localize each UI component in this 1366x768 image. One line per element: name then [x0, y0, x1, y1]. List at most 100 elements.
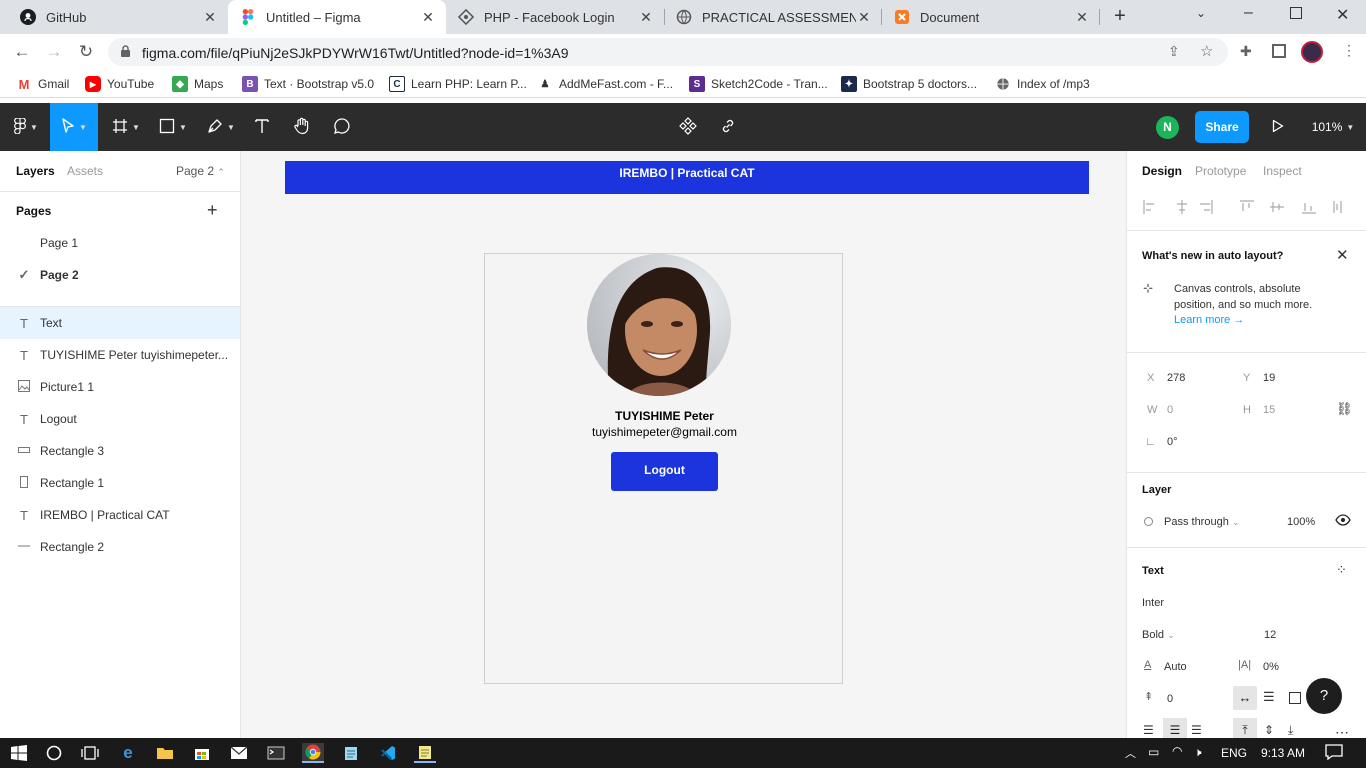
- text-styles-icon[interactable]: ⁘: [1336, 562, 1347, 578]
- logout-button[interactable]: Logout: [611, 452, 718, 491]
- close-icon[interactable]: ✕: [856, 9, 872, 26]
- font-family-select[interactable]: Inter: [1142, 597, 1164, 609]
- pen-tool-button[interactable]: ▼: [200, 103, 242, 151]
- clock[interactable]: 9:13 AM: [1261, 746, 1305, 760]
- align-top-icon[interactable]: ⤒: [1233, 718, 1257, 738]
- paragraph-spacing-input[interactable]: 0: [1167, 693, 1173, 705]
- add-page-icon[interactable]: +: [207, 200, 218, 221]
- bookmark-bootstrap-doctors[interactable]: ✦ Bootstrap 5 doctors...: [841, 76, 977, 92]
- move-tool-button[interactable]: ▼: [50, 103, 98, 151]
- layer-item-picture[interactable]: Picture1 1: [0, 371, 240, 403]
- task-view-icon[interactable]: [79, 743, 101, 763]
- layer-item-name-email[interactable]: T TUYISHIME Peter tuyishimepeter...: [0, 339, 240, 371]
- rotation-input[interactable]: 0°: [1167, 436, 1178, 448]
- tab-php-facebook-login[interactable]: PHP - Facebook Login ✕: [446, 0, 664, 34]
- back-button[interactable]: ←: [10, 40, 34, 64]
- chrome-icon[interactable]: [302, 743, 324, 763]
- tab-search-chevron-icon[interactable]: ⌄: [1196, 6, 1206, 20]
- share-page-icon[interactable]: ⇪: [1168, 43, 1180, 60]
- blend-mode-select[interactable]: Pass through ⌄: [1164, 516, 1239, 528]
- search-icon[interactable]: [43, 743, 65, 763]
- profile-avatar[interactable]: [1301, 41, 1323, 63]
- bookmark-maps[interactable]: ◆ Maps: [172, 76, 223, 92]
- present-button[interactable]: [1266, 103, 1290, 151]
- align-left-icon[interactable]: ☰: [1143, 723, 1154, 737]
- align-center-icon[interactable]: ☰: [1163, 718, 1187, 738]
- tab-prototype[interactable]: Prototype: [1195, 164, 1246, 178]
- link-button[interactable]: [714, 103, 742, 151]
- font-size-input[interactable]: 12: [1264, 629, 1276, 641]
- layer-item-logout[interactable]: T Logout: [0, 403, 240, 435]
- bookmark-gmail[interactable]: M Gmail: [16, 76, 69, 92]
- profile-picture[interactable]: [587, 254, 731, 396]
- omnibox[interactable]: figma.com/file/qPiuNj2eSJkPDYWrW16Twt/Un…: [108, 38, 1228, 66]
- close-icon[interactable]: ✕: [638, 9, 654, 26]
- align-bottom-icon[interactable]: ⤓: [1288, 723, 1293, 738]
- close-icon[interactable]: ✕: [420, 9, 436, 26]
- bookmark-youtube[interactable]: ▶ YouTube: [85, 76, 154, 92]
- file-explorer-icon[interactable]: [154, 743, 176, 763]
- tab-figma[interactable]: Untitled – Figma ✕: [228, 0, 446, 34]
- forward-button[interactable]: →: [42, 40, 66, 64]
- user-email[interactable]: tuyishimepeter@gmail.com: [485, 425, 844, 439]
- notepad-icon[interactable]: [340, 743, 362, 763]
- shape-tool-button[interactable]: ▼: [152, 103, 194, 151]
- layer-item-rectangle-3[interactable]: Rectangle 3: [0, 435, 240, 467]
- window-close-button[interactable]: ✕: [1336, 5, 1349, 25]
- extensions-icon[interactable]: ✚: [1240, 43, 1252, 60]
- help-button[interactable]: ?: [1306, 678, 1342, 714]
- tab-assets[interactable]: Assets: [67, 164, 103, 178]
- page-item-1[interactable]: Page 1: [0, 227, 240, 259]
- comment-tool-button[interactable]: [328, 103, 356, 151]
- align-middle-icon[interactable]: ⇕: [1264, 723, 1274, 737]
- notifications-icon[interactable]: [1325, 744, 1343, 763]
- h-input[interactable]: 15: [1263, 404, 1275, 416]
- user-avatar[interactable]: N: [1156, 116, 1179, 139]
- mail-icon[interactable]: [228, 743, 250, 763]
- tab-practical-assessment[interactable]: PRACTICAL ASSESSMENT.pdf ✕: [664, 0, 882, 34]
- speaker-muted-icon[interactable]: 🕨: [1194, 745, 1202, 760]
- notes-icon[interactable]: [414, 743, 436, 763]
- y-input[interactable]: 19: [1263, 372, 1275, 384]
- restore-button[interactable]: [1290, 7, 1302, 19]
- wifi-icon[interactable]: ◠: [1172, 744, 1182, 758]
- bookmark-bootstrap[interactable]: B Text · Bootstrap v5.0: [242, 76, 374, 92]
- side-panel-icon[interactable]: [1272, 44, 1286, 58]
- layer-item-rectangle-2[interactable]: Rectangle 2: [0, 531, 240, 563]
- vscode-icon[interactable]: [377, 743, 399, 763]
- terminal-icon[interactable]: [265, 743, 287, 763]
- bookmark-learn-php[interactable]: C Learn PHP: Learn P...: [389, 76, 527, 92]
- tab-inspect[interactable]: Inspect: [1263, 164, 1302, 178]
- main-menu-button[interactable]: ▼: [6, 103, 46, 151]
- fixed-size-icon[interactable]: [1289, 692, 1301, 704]
- constrain-proportions-icon[interactable]: ⛓: [1336, 401, 1353, 417]
- close-icon[interactable]: ✕: [1336, 246, 1349, 264]
- w-input[interactable]: 0: [1167, 404, 1173, 416]
- auto-height-icon[interactable]: ☰: [1263, 689, 1275, 705]
- bookmark-addmefast[interactable]: ♟ AddMeFast.com - F...: [537, 76, 673, 92]
- page-item-2[interactable]: ✓ Page 2: [0, 259, 240, 291]
- layer-item-banner-text[interactable]: T IREMBO | Practical CAT: [0, 499, 240, 531]
- letter-spacing-input[interactable]: 0%: [1263, 661, 1279, 673]
- eye-icon[interactable]: [1335, 514, 1351, 529]
- profile-card-frame[interactable]: TUYISHIME Peter tuyishimepeter@gmail.com…: [484, 253, 843, 684]
- show-hidden-icons-chevron-icon[interactable]: ︿: [1125, 745, 1136, 761]
- bookmark-star-icon[interactable]: ☆: [1200, 42, 1213, 60]
- design-canvas[interactable]: IREMBO | Practical CAT TUYISHIME Peter t…: [241, 151, 1126, 738]
- x-input[interactable]: 278: [1167, 372, 1185, 384]
- windows-start-icon[interactable]: [8, 743, 30, 763]
- header-banner[interactable]: IREMBO | Practical CAT: [285, 161, 1089, 194]
- layer-item-text[interactable]: T Text: [0, 307, 240, 339]
- reload-button[interactable]: ↻: [74, 40, 98, 64]
- language-indicator[interactable]: ENG: [1221, 746, 1247, 760]
- learn-more-link[interactable]: Learn more →: [1174, 314, 1244, 326]
- bookmark-sketch2code[interactable]: S Sketch2Code - Tran...: [689, 76, 828, 92]
- close-icon[interactable]: ✕: [1074, 9, 1090, 26]
- tab-layers[interactable]: Layers: [16, 164, 55, 178]
- tab-github[interactable]: GitHub ✕: [8, 0, 228, 34]
- font-weight-select[interactable]: Bold ⌄: [1142, 629, 1175, 641]
- text-tool-button[interactable]: [248, 103, 276, 151]
- opacity-input[interactable]: 100%: [1287, 516, 1315, 528]
- zoom-menu[interactable]: 101% ▼: [1308, 103, 1358, 151]
- components-button[interactable]: [674, 103, 702, 151]
